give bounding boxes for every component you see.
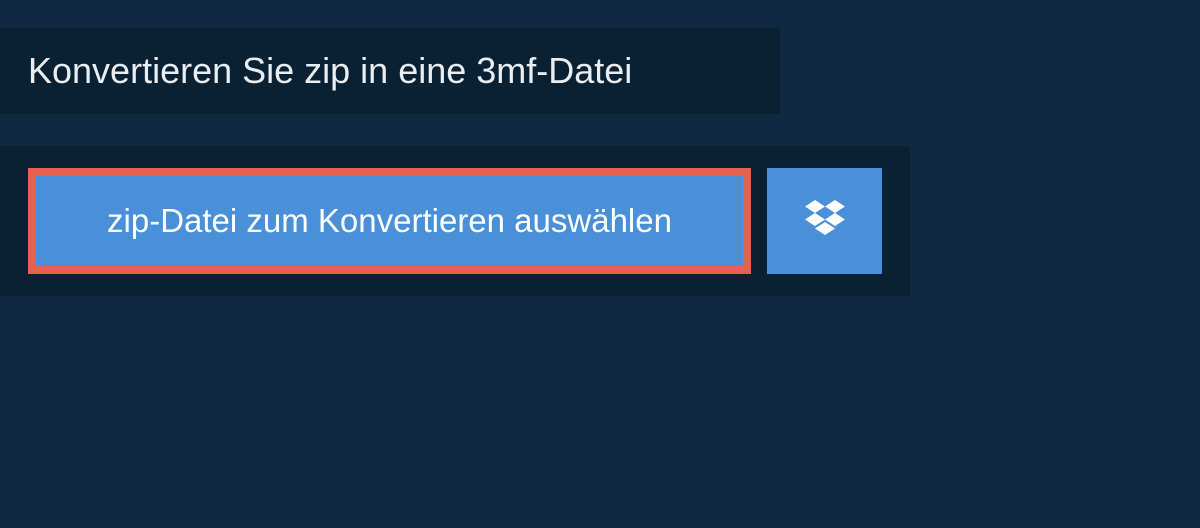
dropbox-button[interactable] (767, 168, 882, 274)
page-title: Konvertieren Sie zip in eine 3mf-Datei (28, 50, 752, 92)
choose-file-label: zip-Datei zum Konvertieren auswählen (107, 202, 672, 240)
header-bar: Konvertieren Sie zip in eine 3mf-Datei (0, 28, 780, 114)
dropbox-icon (805, 200, 845, 243)
choose-file-button[interactable]: zip-Datei zum Konvertieren auswählen (28, 168, 751, 274)
upload-panel: zip-Datei zum Konvertieren auswählen (0, 146, 910, 296)
